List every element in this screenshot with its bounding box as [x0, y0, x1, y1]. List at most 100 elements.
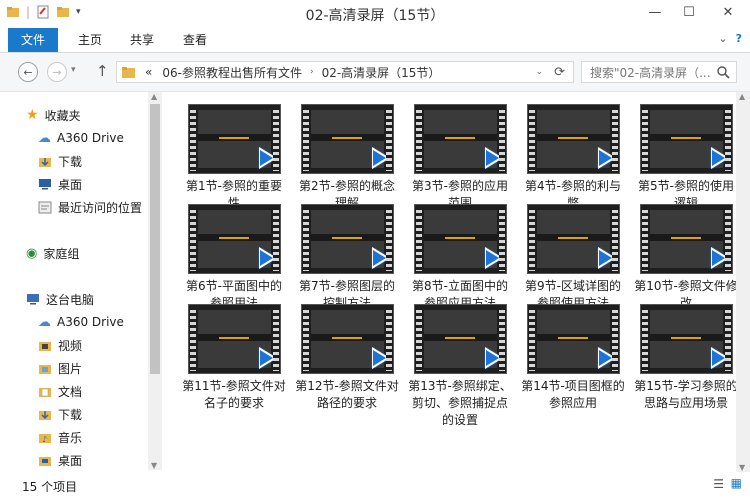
play-icon — [597, 147, 616, 169]
sidebar-item-recent-places[interactable]: 最近访问的位置 — [38, 196, 142, 218]
sidebar-item-this-pc[interactable]: 这台电脑 — [26, 288, 94, 310]
sidebar-item-a360-drive[interactable]: ☁ A360 Drive — [38, 127, 124, 149]
file-tile[interactable]: 第6节-平面图中的参照用法 — [182, 204, 286, 312]
play-icon — [710, 347, 729, 369]
file-name: 第12节-参照文件对路径的要求 — [295, 379, 399, 410]
recent-locations-icon[interactable]: ▾ — [71, 65, 76, 75]
star-icon: ★ — [26, 107, 39, 123]
file-tile[interactable]: 第9节-区域详图的参照使用方法 — [521, 204, 625, 312]
close-button[interactable]: ✕ — [706, 0, 750, 24]
maximize-button[interactable]: ☐ — [672, 0, 706, 24]
download-folder-icon — [39, 410, 51, 420]
status-bar: 15 个项目 ☰ ▦ — [0, 472, 750, 500]
sidebar-item-label: 这台电脑 — [46, 292, 95, 307]
up-button[interactable]: ↑ — [96, 62, 109, 80]
navigation-pane: ★ 收藏夹 ☁ A360 Drive 下载 桌面 最近访问的位置 ◉ 家庭组 这… — [0, 92, 166, 472]
file-tile[interactable]: 第11节-参照文件对名子的要求 — [182, 304, 286, 412]
sidebar-item-label: 桌面 — [58, 453, 83, 468]
video-thumbnail — [187, 104, 281, 174]
sidebar-item-pictures[interactable]: 图片 — [38, 357, 82, 379]
play-icon — [258, 147, 277, 169]
search-box[interactable]: 搜索"02-高清录屏（... — [581, 61, 737, 83]
search-input[interactable]: 搜索"02-高清录屏（... — [590, 64, 714, 81]
address-dropdown-icon[interactable]: ⌄ — [535, 67, 543, 77]
tab-view[interactable]: 查看 — [171, 28, 219, 52]
tab-home[interactable]: 主页 — [66, 28, 114, 52]
video-thumbnail — [639, 204, 733, 274]
sidebar-item-label: 文档 — [58, 384, 83, 399]
sidebar-item-desktop[interactable]: 桌面 — [38, 173, 82, 195]
video-thumbnail — [413, 104, 507, 174]
svg-text:♪: ♪ — [42, 435, 47, 444]
breadcrumb-overflow[interactable]: « — [145, 65, 152, 79]
video-thumbnail — [639, 304, 733, 374]
video-thumbnail — [526, 104, 620, 174]
details-view-icon[interactable]: ☰ — [713, 477, 724, 491]
tab-share[interactable]: 共享 — [118, 28, 166, 52]
video-folder-icon — [39, 341, 51, 351]
sidebar-item-homegroup[interactable]: ◉ 家庭组 — [26, 242, 79, 264]
play-icon — [710, 247, 729, 269]
homegroup-icon: ◉ — [26, 245, 38, 261]
file-tile[interactable]: 第2节-参照的概念理解 — [295, 104, 399, 212]
large-icons-view-icon[interactable]: ▦ — [731, 476, 742, 490]
play-icon — [258, 247, 277, 269]
back-button[interactable]: ← — [18, 62, 38, 82]
file-tile[interactable]: 第7节-参照图层的控制方法 — [295, 204, 399, 312]
sidebar-item-label: 视频 — [58, 338, 83, 353]
play-icon — [484, 347, 503, 369]
sidebar-item-music[interactable]: ♪ 音乐 — [38, 426, 82, 448]
file-tile[interactable]: 第1节-参照的重要性 — [182, 104, 286, 212]
address-box[interactable]: « 06-参照教程出售所有文件 › 02-高清录屏（15节） ⌄ ⟳ — [116, 61, 574, 83]
scroll-up-icon[interactable]: ▲ — [739, 92, 745, 101]
file-tile[interactable]: 第12节-参照文件对路径的要求 — [295, 304, 399, 412]
ribbon-expand-icon[interactable]: ⌄ — [718, 32, 727, 45]
scroll-down-icon[interactable]: ▼ — [739, 463, 745, 472]
help-icon[interactable]: ? — [736, 32, 742, 45]
video-thumbnail — [639, 104, 733, 174]
breadcrumb-item[interactable]: 06-参照教程出售所有文件 — [162, 64, 302, 81]
sidebar-item-desktop-2[interactable]: 桌面 — [38, 449, 82, 471]
video-thumbnail — [526, 204, 620, 274]
file-tile[interactable]: 第13节-参照绑定、剪切、参照捕捉点的设置 — [408, 304, 512, 429]
file-tile[interactable]: 第15节-学习参照的思路与应用场景 — [634, 304, 738, 412]
file-tile[interactable]: 第3节-参照的应用范围 — [408, 104, 512, 212]
content-scrollbar[interactable]: ▲ ▼ — [736, 92, 750, 472]
play-icon — [371, 147, 390, 169]
refresh-icon[interactable]: ⟳ — [554, 65, 565, 80]
file-tile[interactable]: 第14节-项目图框的参照应用 — [521, 304, 625, 412]
scroll-up-icon[interactable]: ▲ — [151, 92, 157, 101]
sidebar-item-documents[interactable]: 文档 — [38, 380, 82, 402]
sidebar-item-label: 桌面 — [58, 177, 83, 192]
breadcrumb-chevron-icon[interactable]: › — [310, 67, 314, 77]
file-tile[interactable]: 第5节-参照的使用逻辑 — [634, 104, 738, 212]
play-icon — [484, 247, 503, 269]
pictures-folder-icon — [39, 364, 51, 374]
sidebar-item-videos[interactable]: 视频 — [38, 334, 82, 356]
file-tile[interactable]: 第10节-参照文件修改 — [634, 204, 738, 312]
video-thumbnail — [413, 304, 507, 374]
minimize-button[interactable]: — — [638, 0, 672, 24]
tab-file[interactable]: 文件 — [8, 28, 58, 52]
search-icon[interactable] — [717, 65, 730, 79]
sidebar-item-downloads[interactable]: 下载 — [38, 150, 82, 172]
video-thumbnail — [187, 204, 281, 274]
sidebar-item-favorites[interactable]: ★ 收藏夹 — [26, 104, 81, 126]
sidebar-scrollbar[interactable]: ▲ ▼ — [148, 92, 162, 470]
file-tile[interactable]: 第4节-参照的利与弊 — [521, 104, 625, 212]
sidebar-item-a360-drive-2[interactable]: ☁ A360 Drive — [38, 311, 124, 333]
sidebar-item-label: 最近访问的位置 — [58, 200, 143, 215]
ribbon-tabs: 文件 主页 共享 查看 ⌄ ? — [0, 28, 750, 53]
sidebar-scrollbar-thumb[interactable] — [150, 104, 160, 374]
play-icon — [597, 347, 616, 369]
computer-icon — [27, 294, 39, 305]
video-thumbnail — [526, 304, 620, 374]
sidebar-item-label: 图片 — [58, 361, 83, 376]
file-tile[interactable]: 第8节-立面图中的参照应用方法 — [408, 204, 512, 312]
breadcrumb-item[interactable]: 02-高清录屏（15节） — [322, 64, 441, 81]
sidebar-item-downloads-2[interactable]: 下载 — [38, 403, 82, 425]
download-folder-icon — [39, 157, 51, 167]
scroll-down-icon[interactable]: ▼ — [151, 461, 157, 470]
forward-button[interactable]: → — [47, 62, 67, 82]
file-name: 第11节-参照文件对名子的要求 — [182, 379, 286, 410]
